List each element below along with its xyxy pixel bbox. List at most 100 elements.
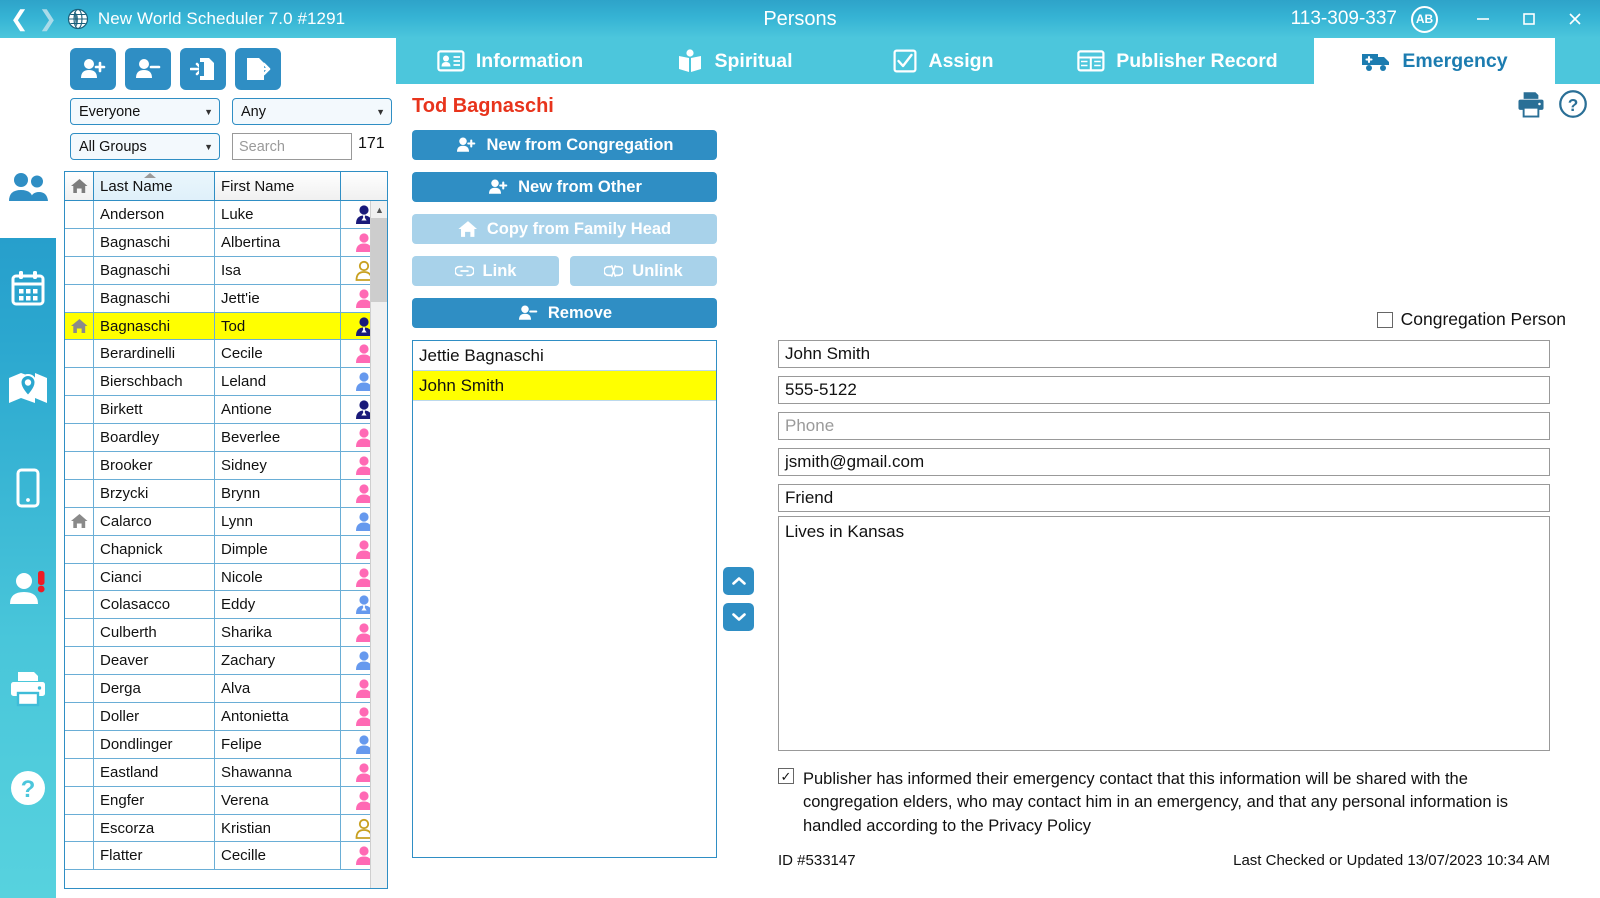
row-home-indicator bbox=[65, 396, 94, 424]
contact-name-field[interactable]: John Smith bbox=[778, 340, 1550, 368]
copy-from-family-head-button[interactable]: Copy from Family Head bbox=[412, 214, 717, 244]
header-last-name[interactable]: Last Name bbox=[94, 172, 215, 200]
import-button[interactable] bbox=[180, 48, 226, 90]
house-icon bbox=[70, 514, 87, 529]
new-from-other-button[interactable]: New from Other bbox=[412, 172, 717, 202]
minimize-button[interactable] bbox=[1460, 0, 1506, 38]
table-row[interactable]: Doller Antonietta bbox=[65, 703, 387, 731]
contact-notes-field[interactable]: Lives in Kansas bbox=[778, 516, 1550, 751]
sidebar-item-help[interactable]: ? bbox=[0, 738, 56, 838]
row-first-name: Verena bbox=[215, 786, 341, 814]
sidebar-item-home[interactable] bbox=[0, 38, 56, 138]
scope-dropdown[interactable]: Everyone ▼ bbox=[70, 98, 220, 125]
table-row[interactable]: Brooker Sidney bbox=[65, 452, 387, 480]
emergency-contacts-list[interactable]: Jettie Bagnaschi John Smith bbox=[412, 340, 717, 858]
sidebar-item-alerts[interactable] bbox=[0, 538, 56, 638]
congregation-person-row[interactable]: Congregation Person bbox=[1376, 309, 1566, 330]
row-first-name: Kristian bbox=[215, 814, 341, 842]
table-row[interactable]: Birkett Antione bbox=[65, 396, 387, 425]
table-row[interactable]: Bagnaschi Jett'ie bbox=[65, 284, 387, 313]
consent-checkbox[interactable]: ✓ bbox=[778, 768, 794, 784]
forward-arrow-icon[interactable]: ❯ bbox=[38, 8, 56, 30]
tab-publisher-record[interactable]: Publisher Record bbox=[1041, 38, 1314, 84]
table-row[interactable]: Chapnick Dimple bbox=[65, 535, 387, 564]
table-row[interactable]: Cianci Nicole bbox=[65, 563, 387, 592]
table-row[interactable]: Escorza Kristian bbox=[65, 814, 387, 843]
sidebar-item-mobile[interactable] bbox=[0, 438, 56, 538]
tab-bar: Information Spiritual Assign Publisher Reco… bbox=[396, 38, 1600, 84]
table-row[interactable]: Eastland Shawanna bbox=[65, 758, 387, 787]
row-first-name: Albertina bbox=[215, 228, 341, 256]
type-dropdown[interactable]: Any ▼ bbox=[232, 98, 392, 125]
app-title: New World Scheduler 7.0 #1291 bbox=[97, 9, 346, 28]
row-last-name: Birkett bbox=[94, 396, 215, 424]
table-row[interactable]: Colasacco Eddy bbox=[65, 591, 387, 620]
table-row[interactable]: Flatter Cecille bbox=[65, 842, 387, 871]
back-arrow-icon[interactable]: ❮ bbox=[10, 8, 28, 30]
row-first-name: Antione bbox=[215, 396, 341, 424]
table-row[interactable]: Dondlinger Felipe bbox=[65, 730, 387, 759]
scrollbar-thumb[interactable] bbox=[371, 218, 387, 302]
sidebar-item-territory[interactable] bbox=[0, 338, 56, 438]
tab-emergency[interactable]: Emergency bbox=[1314, 38, 1555, 84]
unlink-button[interactable]: Unlink bbox=[570, 256, 717, 286]
scroll-up-icon[interactable]: ▲ bbox=[371, 201, 387, 218]
tab-spiritual[interactable]: Spiritual bbox=[624, 38, 846, 84]
list-toolbar bbox=[70, 48, 281, 90]
maximize-button[interactable] bbox=[1506, 0, 1552, 38]
table-row[interactable]: Boardley Beverlee bbox=[65, 424, 387, 453]
sidebar-item-persons[interactable] bbox=[0, 138, 56, 238]
congregation-person-checkbox[interactable] bbox=[1376, 311, 1393, 328]
sidebar-item-schedule[interactable] bbox=[0, 238, 56, 338]
left-sidebar: ? bbox=[0, 38, 56, 898]
close-button[interactable] bbox=[1552, 0, 1598, 38]
tab-assign[interactable]: Assign bbox=[846, 38, 1041, 84]
search-input[interactable]: Search bbox=[232, 133, 352, 160]
table-row[interactable]: Calarco Lynn bbox=[65, 507, 387, 536]
list-item[interactable]: Jettie Bagnaschi bbox=[413, 341, 716, 371]
help-icon[interactable]: ? bbox=[1558, 89, 1588, 124]
table-row[interactable]: Derga Alva bbox=[65, 675, 387, 704]
add-person-button[interactable] bbox=[70, 48, 116, 90]
contact-relationship-field[interactable]: Friend bbox=[778, 484, 1550, 512]
table-row[interactable]: Culberth Sharika bbox=[65, 619, 387, 648]
group-dropdown[interactable]: All Groups ▼ bbox=[70, 133, 220, 160]
table-row[interactable]: Engfer Verena bbox=[65, 786, 387, 815]
remove-person-button[interactable] bbox=[125, 48, 171, 90]
print-icon[interactable] bbox=[1516, 90, 1546, 123]
move-down-button[interactable] bbox=[723, 603, 754, 631]
reorder-buttons bbox=[723, 567, 754, 631]
remove-button[interactable]: Remove bbox=[412, 298, 717, 328]
move-up-button[interactable] bbox=[723, 567, 754, 595]
consent-row[interactable]: ✓ Publisher has informed their emergency… bbox=[778, 768, 1553, 838]
row-first-name: Dimple bbox=[215, 535, 341, 563]
export-button[interactable] bbox=[235, 48, 281, 90]
row-home-indicator bbox=[65, 591, 94, 619]
chevron-down-icon bbox=[731, 613, 746, 621]
unlink-label: Unlink bbox=[632, 261, 683, 280]
header-first-name[interactable]: First Name bbox=[215, 172, 341, 200]
header-first-name-label: First Name bbox=[221, 177, 295, 195]
contact-phone2-field[interactable]: Phone bbox=[778, 412, 1550, 440]
link-button[interactable]: Link bbox=[412, 256, 559, 286]
sidebar-item-print[interactable] bbox=[0, 638, 56, 738]
table-row[interactable]: Brzycki Brynn bbox=[65, 479, 387, 508]
table-row[interactable]: Bierschbach Leland bbox=[65, 368, 387, 397]
table-row[interactable]: Bagnaschi Tod bbox=[65, 312, 387, 341]
list-item[interactable]: John Smith bbox=[413, 371, 716, 401]
table-row[interactable]: Berardinelli Cecile bbox=[65, 340, 387, 369]
emergency-tab-content: ? Tod Bagnaschi New from Congregation Ne… bbox=[396, 84, 1600, 898]
table-row[interactable]: Deaver Zachary bbox=[65, 647, 387, 676]
row-last-name: Chapnick bbox=[94, 535, 215, 563]
table-row[interactable]: Bagnaschi Isa bbox=[65, 256, 387, 285]
table-row[interactable]: Anderson Luke bbox=[65, 201, 387, 229]
avatar[interactable]: AB bbox=[1411, 5, 1438, 33]
contact-email-field[interactable]: jsmith@gmail.com bbox=[778, 448, 1550, 476]
grid-scrollbar[interactable]: ▲ bbox=[370, 201, 387, 888]
table-row[interactable]: Bagnaschi Albertina bbox=[65, 228, 387, 257]
contact-phone1-field[interactable]: 555-5122 bbox=[778, 376, 1550, 404]
new-from-congregation-button[interactable]: New from Congregation bbox=[412, 130, 717, 160]
header-home-icon[interactable] bbox=[65, 172, 94, 200]
row-last-name: Bierschbach bbox=[94, 368, 215, 396]
tab-information[interactable]: Information bbox=[396, 38, 624, 84]
